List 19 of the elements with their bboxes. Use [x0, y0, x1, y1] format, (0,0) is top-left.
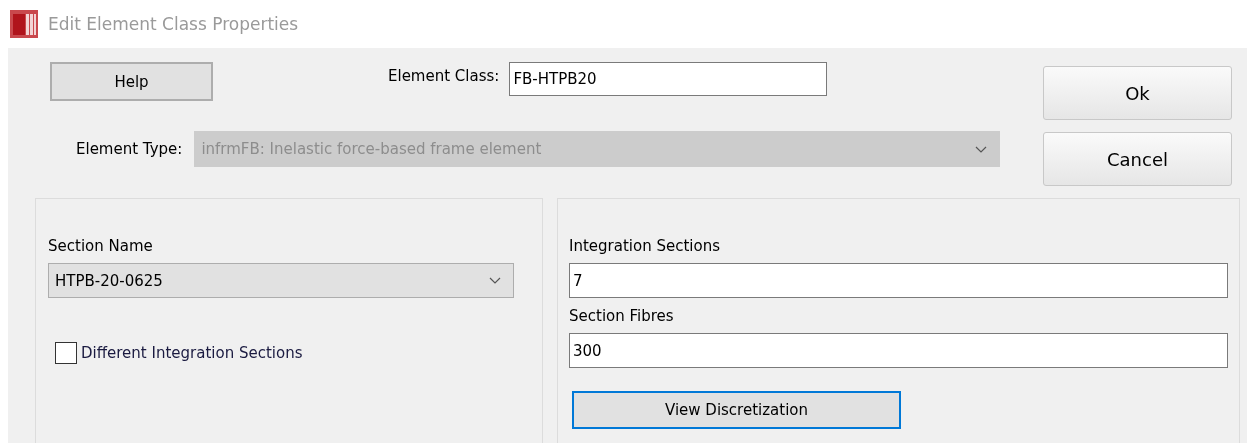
field-label: Section Name [48, 237, 153, 257]
chevron-icon [975, 145, 988, 153]
checkbox[interactable] [55, 342, 77, 364]
dialog-button[interactable]: Cancel [1043, 132, 1232, 186]
dropdown[interactable]: HTPB-20-0625 [48, 263, 514, 298]
checkbox-label: Different Integration Sections [81, 344, 303, 362]
help-button[interactable]: Help [50, 62, 213, 101]
chevron-icon [489, 277, 501, 284]
dialog-button[interactable]: Ok [1043, 66, 1232, 120]
field-label: Element Class: [388, 66, 500, 85]
text-field[interactable]: FB-HTPB20 [509, 62, 828, 96]
field-label: Integration Sections [569, 237, 720, 257]
text-field[interactable]: 300 [569, 333, 1228, 368]
view-discretization-button[interactable]: View Discretization [572, 391, 901, 429]
app-icon [10, 10, 38, 38]
text-field[interactable]: 7 [569, 263, 1228, 298]
window-title: Edit Element Class Properties [48, 14, 299, 34]
field-label: Element Type: [76, 140, 183, 158]
field-label: Section Fibres [569, 307, 674, 327]
